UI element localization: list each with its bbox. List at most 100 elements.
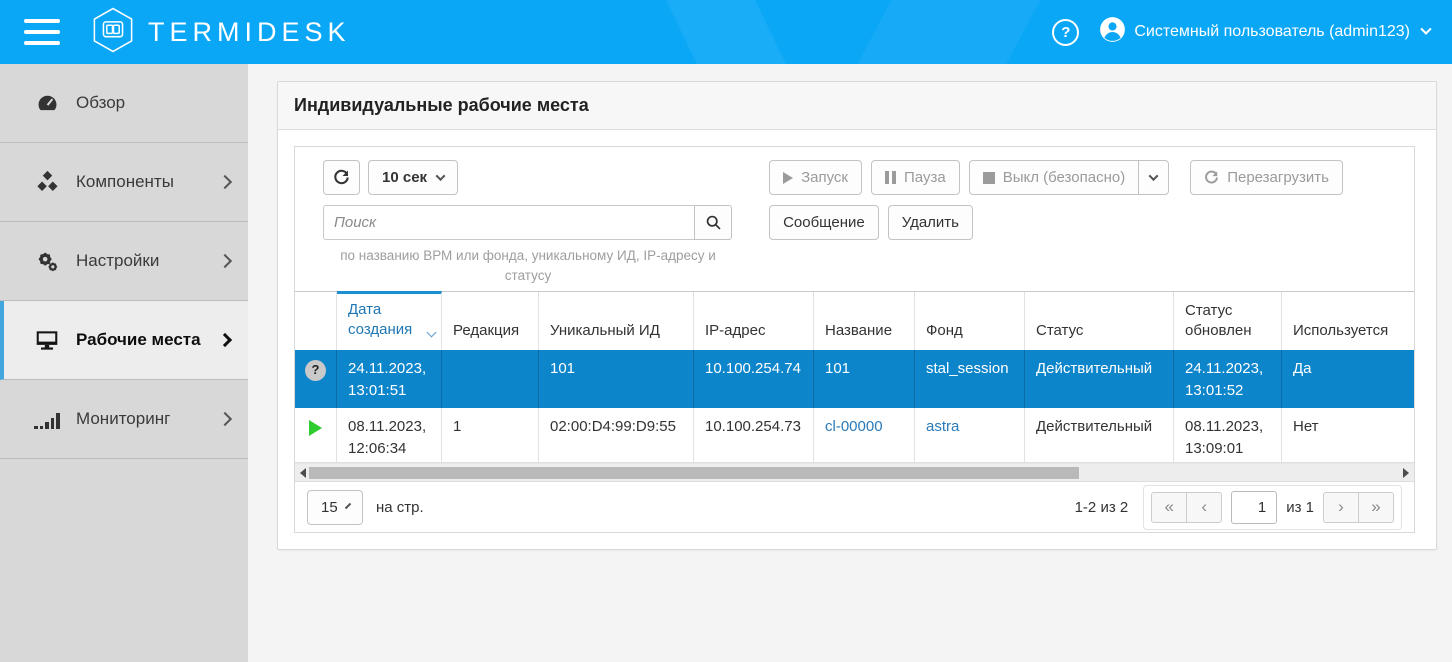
play-icon <box>309 420 322 436</box>
power-off-button[interactable]: Выкл (безопасно) <box>969 160 1140 195</box>
table-header-row: Дата создания Редакция Уникальный ИД IP-… <box>295 292 1414 350</box>
delete-button[interactable]: Удалить <box>888 205 973 240</box>
cell-ip: 10.100.254.74 <box>694 350 814 408</box>
message-button[interactable]: Сообщение <box>769 205 879 240</box>
column-header-name[interactable]: Название <box>814 292 915 350</box>
chevron-down-icon <box>436 171 446 181</box>
cell-created: 08.11.2023, 12:06:34 <box>337 408 442 462</box>
refresh-button[interactable] <box>323 160 360 195</box>
search-hint: по названию ВРМ или фонда, уникальному И… <box>323 246 733 285</box>
user-label: Системный пользователь (admin123) <box>1134 23 1410 41</box>
column-header-pool[interactable]: Фонд <box>915 292 1025 350</box>
workplaces-box: 10 сек по названию <box>294 146 1415 533</box>
last-page-button[interactable]: » <box>1358 492 1394 523</box>
main-content: Индивидуальные рабочие места Индивидуаль… <box>248 0 1452 662</box>
sidebar-item-label: Мониторинг <box>76 409 220 429</box>
search-icon <box>705 214 722 231</box>
sort-desc-icon <box>427 328 437 338</box>
page-size-dropdown[interactable]: 15 <box>307 490 363 525</box>
cell-name: 101 <box>814 350 915 408</box>
user-avatar-icon <box>1099 16 1126 48</box>
scrollbar-thumb[interactable] <box>309 467 1079 479</box>
total-pages-label: из 1 <box>1286 499 1314 516</box>
top-header: TERMIDESK ? Системный пользователь (admi… <box>0 0 1452 64</box>
cell-status-updated: 08.11.2023, 13:09:01 <box>1174 408 1282 462</box>
search-button[interactable] <box>694 205 732 240</box>
sidebar-item-label: Рабочие места <box>76 330 220 350</box>
cell-in-use: Да <box>1282 350 1416 408</box>
column-header-icon <box>295 292 337 350</box>
dashboard-icon <box>34 90 60 116</box>
panel-header: Индивидуальные рабочие места <box>278 82 1436 130</box>
cell-status-updated: 24.11.2023, 13:01:52 <box>1174 350 1282 408</box>
settings-gears-icon <box>34 248 60 274</box>
cell-ip: 10.100.254.73 <box>694 408 814 462</box>
sidebar-item-settings[interactable]: Настройки <box>0 222 248 301</box>
page-number-input[interactable] <box>1231 491 1277 524</box>
brand: TERMIDESK <box>92 7 351 58</box>
next-page-button[interactable]: › <box>1323 492 1359 523</box>
start-button[interactable]: Запуск <box>769 160 862 195</box>
power-off-options-dropdown[interactable] <box>1138 160 1169 195</box>
cell-unique-id: 02:00:D4:99:D9:55 <box>539 408 694 462</box>
chevron-right-icon <box>218 175 232 189</box>
cell-revision: 1 <box>442 408 539 462</box>
termidesk-logo-icon <box>92 7 134 58</box>
range-label: 1-2 из 2 <box>1075 499 1129 516</box>
sidebar-item-workplaces[interactable]: Рабочие места <box>0 301 248 380</box>
brand-name: TERMIDESK <box>148 17 351 48</box>
cell-pool: stal_session <box>915 350 1025 408</box>
sidebar-item-components[interactable]: Компоненты <box>0 143 248 222</box>
workplaces-panel: Индивидуальные рабочие места <box>277 81 1437 550</box>
column-header-ip[interactable]: IP-адрес <box>694 292 814 350</box>
help-icon[interactable]: ? <box>1052 19 1079 46</box>
cell-in-use: Нет <box>1282 408 1416 462</box>
workplace-link[interactable]: cl-00000 <box>825 418 883 435</box>
prev-page-button[interactable]: ‹ <box>1186 492 1222 523</box>
sidebar-item-monitoring[interactable]: Мониторинг <box>0 380 248 459</box>
toolbar: 10 сек по названию <box>295 147 1414 291</box>
pause-icon <box>885 171 896 184</box>
cell-revision <box>442 350 539 408</box>
monitoring-bars-icon <box>34 406 60 432</box>
play-icon <box>783 172 793 184</box>
chevron-down-icon <box>1420 24 1431 35</box>
column-header-status-updated[interactable]: Статус обновлен <box>1174 292 1282 350</box>
sidebar-item-overview[interactable]: Обзор <box>0 64 248 143</box>
per-page-label: на стр. <box>376 499 424 516</box>
chevron-right-icon <box>218 333 232 347</box>
first-page-button[interactable]: « <box>1151 492 1187 523</box>
search-input[interactable] <box>323 205 695 240</box>
table-row-selected[interactable]: ? 24.11.2023, 13:01:51 101 10.100.254.74… <box>295 350 1414 408</box>
scroll-left-arrow-icon[interactable] <box>297 467 309 479</box>
refresh-icon <box>333 169 350 186</box>
column-header-in-use[interactable]: Используется <box>1282 292 1416 350</box>
pool-link[interactable]: astra <box>926 418 959 435</box>
column-header-created[interactable]: Дата создания <box>337 291 442 349</box>
question-icon: ? <box>305 360 326 381</box>
workplaces-table: Дата создания Редакция Уникальный ИД IP-… <box>295 291 1414 463</box>
user-menu[interactable]: Системный пользователь (admin123) <box>1099 16 1430 48</box>
chevron-right-icon <box>218 412 232 426</box>
reboot-button[interactable]: Перезагрузить <box>1190 160 1343 195</box>
column-header-unique-id[interactable]: Уникальный ИД <box>539 292 694 350</box>
scroll-right-arrow-icon[interactable] <box>1400 467 1412 479</box>
sidebar-item-label: Настройки <box>76 251 220 271</box>
sidebar: Обзор Компоненты Настройки <box>0 64 248 662</box>
hamburger-menu-icon[interactable] <box>24 19 60 45</box>
refresh-interval-dropdown[interactable]: 10 сек <box>368 160 458 195</box>
table-row[interactable]: 08.11.2023, 12:06:34 1 02:00:D4:99:D9:55… <box>295 408 1414 463</box>
cell-unique-id: 101 <box>539 350 694 408</box>
column-header-revision[interactable]: Редакция <box>442 292 539 350</box>
table-footer: 15 на стр. 1-2 из 2 « ‹ из 1 › <box>295 481 1414 532</box>
pagination: « ‹ из 1 › » <box>1143 485 1402 530</box>
cell-created: 24.11.2023, 13:01:51 <box>337 350 442 408</box>
workplace-monitor-icon <box>34 327 60 353</box>
chevron-right-icon <box>218 254 232 268</box>
cell-status: Действительный <box>1025 350 1174 408</box>
horizontal-scrollbar[interactable] <box>295 463 1414 481</box>
sidebar-item-label: Компоненты <box>76 172 220 192</box>
pause-button[interactable]: Пауза <box>871 160 960 195</box>
column-header-status[interactable]: Статус <box>1025 292 1174 350</box>
chevron-down-icon <box>345 502 352 509</box>
